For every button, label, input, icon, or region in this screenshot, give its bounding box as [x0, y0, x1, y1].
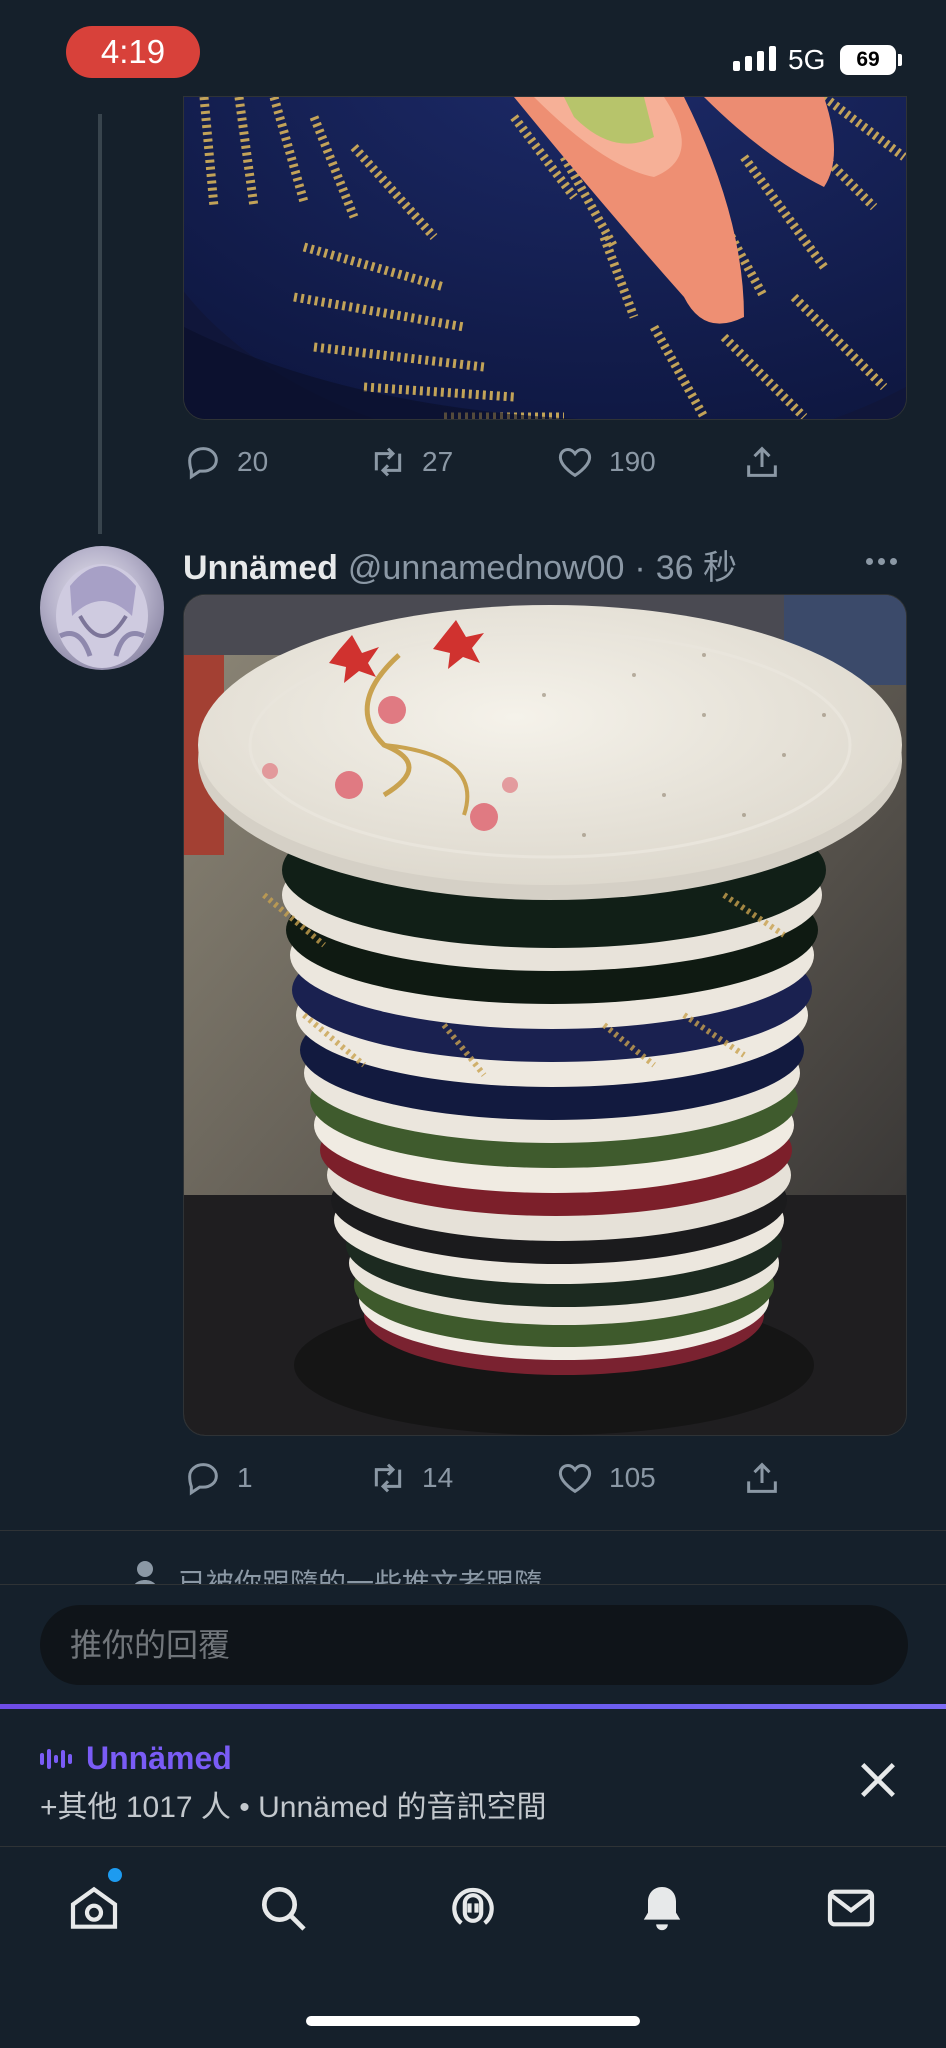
reply-button[interactable]: 20 — [183, 442, 268, 482]
signal-icon — [733, 46, 776, 71]
tweet-header: Unnämed @unnamednow00 · 36 秒 — [183, 540, 737, 589]
like-button[interactable]: 105 — [555, 1458, 656, 1498]
heart-icon — [558, 1463, 592, 1494]
retweet-count: 14 — [422, 1462, 454, 1493]
reply-icon — [188, 1463, 218, 1496]
space-title[interactable]: Unnämed — [40, 1740, 232, 1777]
status-time: 4:19 — [66, 26, 200, 78]
space-subtitle: +其他 1017 人 • Unnämed 的音訊空間 — [40, 1791, 547, 1824]
thread-line — [98, 114, 102, 534]
divider — [0, 1530, 946, 1531]
author-name[interactable]: Unnämed — [183, 549, 338, 588]
share-icon — [747, 1462, 777, 1493]
home-indicator — [306, 2016, 640, 2026]
more-icon[interactable] — [866, 558, 897, 565]
messages-icon[interactable] — [823, 1880, 879, 1936]
retweet-count: 27 — [422, 446, 454, 477]
audio-wave-icon — [40, 1748, 72, 1769]
avatar[interactable] — [40, 546, 164, 670]
separator-dot: · — [634, 549, 646, 587]
share-icon — [747, 446, 777, 477]
like-count: 105 — [609, 1462, 656, 1493]
notifications-icon[interactable] — [634, 1880, 690, 1936]
retweet-icon — [374, 447, 402, 477]
close-icon[interactable] — [855, 1757, 901, 1803]
retweet-button[interactable]: 27 — [368, 442, 453, 482]
reply-count: 20 — [237, 446, 269, 477]
reply-input[interactable] — [40, 1605, 908, 1685]
home-icon[interactable] — [66, 1880, 122, 1936]
prev-tweet-image[interactable] — [183, 96, 907, 420]
space-host: Unnämed — [86, 1740, 232, 1776]
like-button[interactable]: 190 — [555, 442, 656, 482]
retweet-button[interactable]: 14 — [368, 1458, 453, 1498]
share-button[interactable] — [742, 1458, 782, 1498]
share-button[interactable] — [742, 442, 782, 482]
reply-button[interactable]: 1 — [183, 1458, 253, 1498]
retweet-icon — [374, 1463, 402, 1493]
spaces-icon[interactable] — [445, 1880, 501, 1936]
battery-tip — [898, 54, 902, 66]
network-label: 5G — [788, 44, 826, 75]
like-count: 190 — [609, 446, 656, 477]
search-icon[interactable] — [255, 1880, 311, 1936]
battery-icon: 69 — [840, 45, 896, 75]
author-handle[interactable]: @unnamednow00 — [348, 549, 624, 588]
tweet-time[interactable]: 36 秒 — [656, 540, 737, 589]
reply-icon — [188, 447, 218, 480]
tweet-image[interactable] — [183, 594, 907, 1436]
heart-icon — [558, 447, 592, 478]
home-notification-dot — [108, 1868, 122, 1882]
reply-count: 1 — [237, 1462, 253, 1493]
